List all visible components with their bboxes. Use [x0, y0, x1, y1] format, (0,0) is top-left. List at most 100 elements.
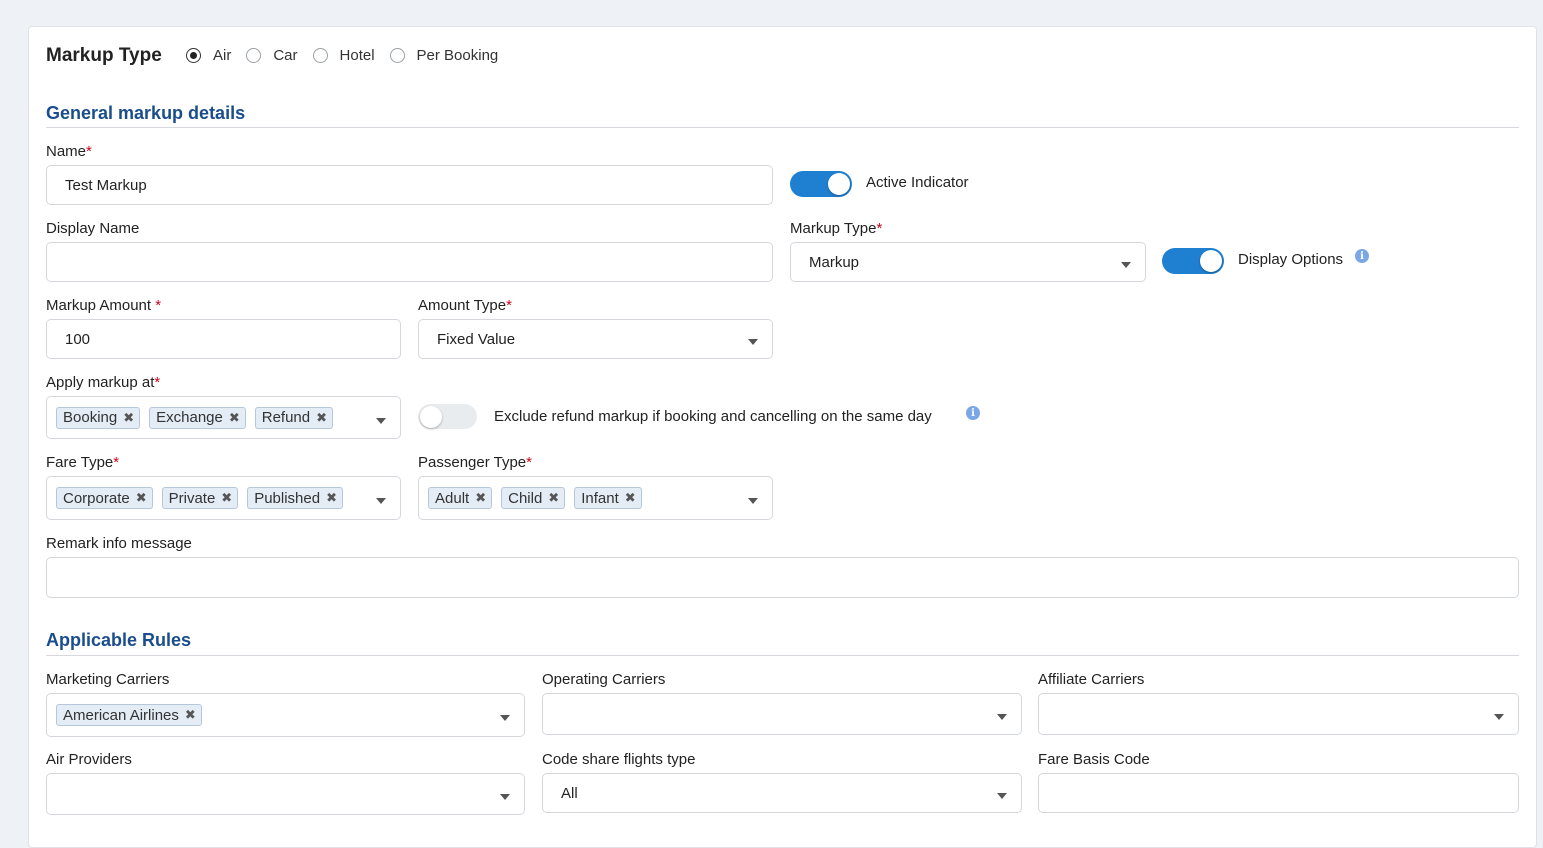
info-icon[interactable]: i	[966, 406, 980, 420]
chevron-down-icon	[376, 417, 386, 424]
tag-label: Corporate	[63, 489, 130, 507]
display-options-toggle[interactable]	[1162, 248, 1224, 274]
passenger-type-label: Passenger Type*	[418, 454, 532, 471]
close-icon[interactable]: ✖	[185, 707, 196, 723]
markup-amount-label: Markup Amount *	[46, 297, 162, 314]
code-share-label: Code share flights type	[542, 751, 696, 768]
active-indicator-toggle[interactable]	[790, 171, 852, 197]
radio-per-booking[interactable]: Per Booking	[389, 47, 499, 64]
tag-label: Child	[508, 489, 543, 507]
active-indicator-label: Active Indicator	[866, 174, 969, 191]
close-icon[interactable]: ✖	[136, 490, 147, 506]
close-icon[interactable]: ✖	[229, 410, 240, 426]
air-providers-select[interactable]	[46, 773, 525, 815]
tag-label: Exchange	[156, 409, 223, 426]
tag-corporate: Corporate ✖	[56, 487, 153, 509]
chevron-down-icon	[500, 715, 510, 721]
code-share-select[interactable]: All	[542, 773, 1022, 813]
close-icon[interactable]: ✖	[475, 490, 486, 506]
radio-circle-hotel[interactable]	[312, 48, 328, 63]
tag-booking: Booking ✖	[56, 406, 141, 429]
close-icon[interactable]: ✖	[548, 490, 559, 506]
radio-air[interactable]: Air	[186, 47, 231, 64]
chevron-down-icon	[997, 714, 1007, 720]
radio-label-per-booking: Per Booking	[416, 47, 499, 64]
markup-form-card: Markup Type Air Car Hotel Per Booking Ge…	[28, 26, 1537, 848]
amount-type-select[interactable]: Fixed Value	[418, 319, 773, 359]
radio-hotel[interactable]: Hotel	[312, 47, 375, 64]
passenger-type-multiselect[interactable]: Adult ✖ Child ✖ Infant ✖	[418, 476, 773, 520]
close-icon[interactable]: ✖	[326, 490, 337, 506]
rules-section-divider	[46, 655, 1519, 656]
chevron-down-icon	[376, 498, 386, 504]
markup-type-radio-group: Air Car Hotel Per Booking	[186, 47, 513, 64]
close-icon[interactable]: ✖	[123, 410, 134, 426]
fare-basis-input[interactable]	[1038, 773, 1519, 813]
tag-private: Private ✖	[161, 487, 239, 509]
tag-adult: Adult ✖	[428, 487, 493, 509]
info-icon[interactable]: i	[1355, 249, 1369, 263]
close-icon[interactable]: ✖	[625, 490, 636, 506]
fare-type-label: Fare Type*	[46, 454, 120, 471]
chevron-down-icon	[997, 793, 1007, 799]
code-share-select-value: All	[561, 784, 578, 802]
tag-label: Infant	[581, 489, 619, 507]
amount-type-select-value: Fixed Value	[437, 330, 516, 348]
markup-amount-input[interactable]: 100	[46, 319, 401, 359]
tag-published: Published ✖	[247, 487, 343, 509]
apply-markup-label: Apply markup at*	[46, 374, 161, 391]
toggle-knob	[1200, 250, 1222, 272]
radio-circle-air[interactable]	[186, 48, 201, 63]
operating-carriers-select[interactable]	[542, 693, 1022, 735]
toggle-knob	[828, 173, 850, 195]
tag-label: Published	[254, 489, 321, 507]
tag-label: Refund	[261, 409, 311, 426]
display-name-label: Display Name	[46, 220, 140, 237]
radio-car[interactable]: Car	[246, 47, 298, 64]
radio-label-car: Car	[273, 47, 298, 64]
remark-label: Remark info message	[46, 535, 192, 552]
chevron-down-icon	[500, 794, 510, 800]
name-input[interactable]: Test Markup	[46, 165, 773, 205]
chevron-down-icon	[748, 498, 758, 504]
fare-type-multiselect[interactable]: Corporate ✖ Private ✖ Published ✖	[46, 476, 401, 520]
marketing-carriers-label: Marketing Carriers	[46, 671, 170, 688]
fare-basis-label: Fare Basis Code	[1038, 751, 1150, 768]
close-icon[interactable]: ✖	[316, 410, 327, 426]
tag-label: Private	[168, 489, 216, 507]
rules-section-title: Applicable Rules	[46, 630, 192, 650]
operating-carriers-label: Operating Carriers	[542, 671, 666, 688]
name-label: Name*	[46, 143, 92, 160]
close-icon[interactable]: ✖	[221, 490, 232, 506]
toggle-knob	[420, 406, 442, 428]
markup-type-title: Markup Type	[46, 45, 162, 66]
general-section-title: General markup details	[46, 103, 246, 123]
tag-refund: Refund ✖	[254, 406, 334, 429]
tag-infant: Infant ✖	[574, 487, 642, 509]
radio-circle-car[interactable]	[246, 48, 262, 63]
affiliate-carriers-select[interactable]	[1038, 693, 1519, 735]
radio-circle-per-booking[interactable]	[389, 48, 405, 63]
markup-type-select-label: Markup Type*	[790, 220, 883, 237]
marketing-carriers-multiselect[interactable]: American Airlines ✖	[46, 693, 525, 737]
exclude-refund-toggle[interactable]	[418, 404, 477, 429]
exclude-refund-label: Exclude refund markup if booking and can…	[494, 408, 932, 425]
tag-exchange: Exchange ✖	[149, 406, 246, 429]
tag-label: American Airlines	[63, 706, 179, 724]
markup-type-select[interactable]: Markup	[790, 242, 1146, 282]
tag-label: Adult	[435, 489, 470, 507]
radio-label-hotel: Hotel	[339, 47, 375, 64]
markup-type-select-value: Markup	[809, 253, 860, 271]
affiliate-carriers-label: Affiliate Carriers	[1038, 671, 1145, 688]
display-name-input[interactable]	[46, 242, 773, 282]
chevron-down-icon	[1121, 262, 1131, 268]
amount-type-label: Amount Type*	[418, 297, 512, 314]
apply-markup-multiselect[interactable]: Booking ✖ Exchange ✖ Refund ✖	[46, 396, 401, 439]
tag-american-airlines: American Airlines ✖	[56, 704, 202, 726]
general-section-divider	[46, 127, 1519, 128]
chevron-down-icon	[1494, 714, 1504, 720]
remark-input[interactable]	[46, 557, 1519, 598]
display-options-label: Display Options	[1238, 251, 1344, 268]
tag-child: Child ✖	[501, 487, 566, 509]
tag-label: Booking	[63, 409, 118, 426]
